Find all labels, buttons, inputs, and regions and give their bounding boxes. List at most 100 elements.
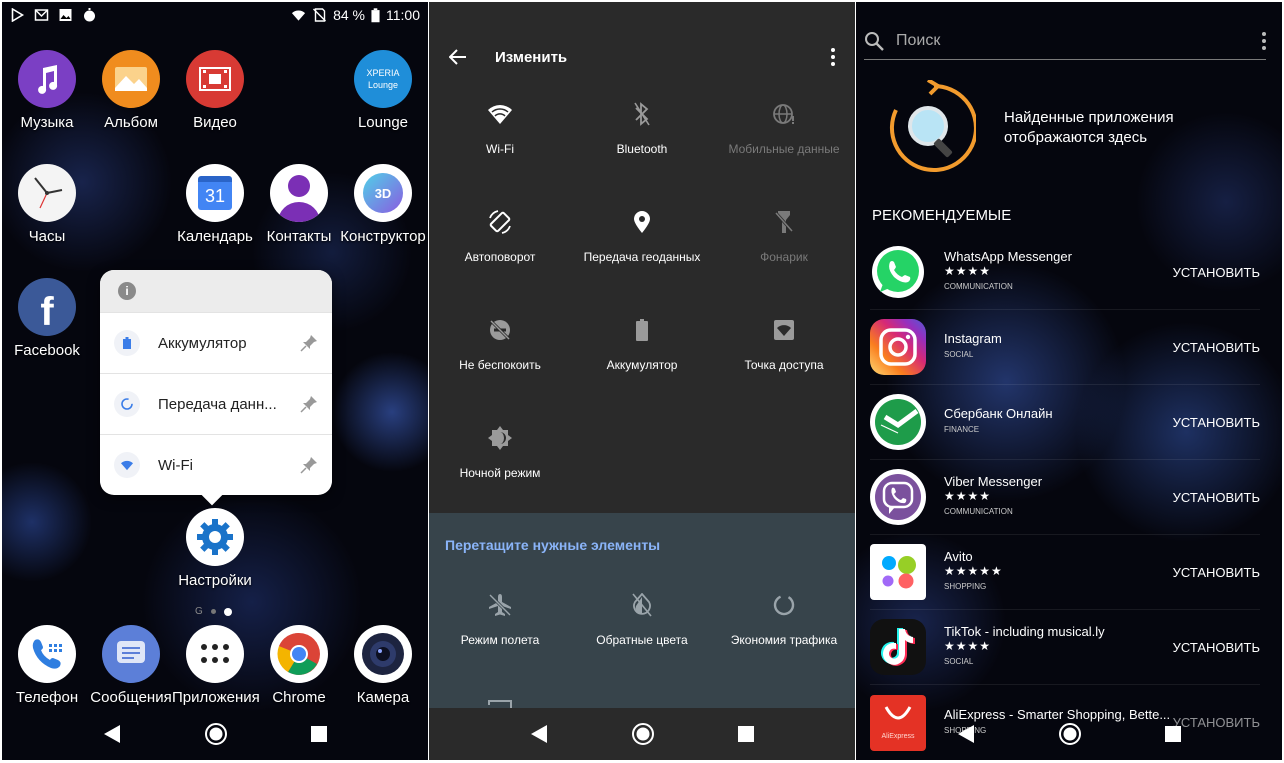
tile-invert-colors[interactable]: Обратные цвета — [571, 585, 713, 647]
airplane-icon — [488, 593, 512, 617]
app-label: Альбом — [104, 114, 158, 131]
app-row-sberbank[interactable]: Сбербанк Онлайн FINANCE УСТАНОВИТЬ — [870, 385, 1260, 460]
app-calendar[interactable]: 31 Календарь — [172, 164, 258, 245]
tile-flashlight[interactable]: Фонарик — [713, 202, 855, 264]
back-icon[interactable] — [530, 724, 548, 744]
toolbar: Изменить — [429, 42, 855, 72]
back-arrow-icon[interactable] — [449, 49, 467, 65]
install-button[interactable]: УСТАНОВИТЬ — [1173, 640, 1260, 655]
tile-do-not-disturb[interactable]: Не беспокоить — [429, 310, 571, 372]
app-drawer[interactable]: Приложения — [172, 625, 260, 706]
app-row-whatsapp[interactable]: WhatsApp Messenger ★★★★ COMMUNICATION УС… — [870, 235, 1260, 310]
app-category: SOCIAL — [944, 657, 974, 666]
tile-mobile-data[interactable]: Мобильные данные — [713, 94, 855, 156]
tile-label: Bluetooth — [616, 142, 668, 156]
tile-wifi[interactable]: Wi-Fi — [429, 94, 571, 156]
tile-label: Режим полета — [460, 633, 540, 647]
shortcut-data-transfer[interactable]: Передача данн... — [100, 373, 332, 434]
home-icon[interactable] — [204, 722, 228, 746]
page-dot-active — [223, 607, 232, 616]
data-saver-icon — [773, 594, 795, 616]
app-row-instagram[interactable]: Instagram SOCIAL УСТАНОВИТЬ — [870, 310, 1260, 385]
tile-label: Автоповорот — [464, 250, 536, 264]
pin-icon[interactable] — [300, 334, 318, 352]
shortcut-wifi[interactable]: Wi-Fi — [100, 434, 332, 495]
app-xperia-lounge[interactable]: XPERIA Lounge Lounge — [340, 50, 426, 131]
tile-location[interactable]: Передача геоданных — [571, 202, 713, 264]
app-row-avito[interactable]: Avito ★★★★★ SHOPPING УСТАНОВИТЬ — [870, 535, 1260, 610]
app-video[interactable]: Видео — [172, 50, 258, 131]
messages-icon — [102, 625, 160, 683]
navigation-bar — [429, 708, 855, 760]
tile-data-saver[interactable]: Экономия трафика — [713, 585, 855, 647]
app-contacts[interactable]: Контакты — [256, 164, 342, 245]
install-button[interactable]: УСТАНОВИТЬ — [1173, 490, 1260, 505]
app-camera[interactable]: Камера — [340, 625, 426, 706]
app-name: WhatsApp Messenger — [944, 249, 1072, 264]
app-facebook[interactable]: f Facebook — [4, 278, 90, 359]
app-label: Видео — [193, 114, 237, 131]
app-row-tiktok[interactable]: TikTok - including musical.ly ★★★★ SOCIA… — [870, 610, 1260, 685]
gallery-notification-icon — [59, 9, 72, 21]
app-label: Настройки — [178, 572, 252, 589]
app-rating: ★★★★ — [944, 489, 992, 503]
tile-battery[interactable]: Аккумулятор — [571, 310, 713, 372]
app-rating: ★★★★ — [944, 639, 992, 653]
app-album[interactable]: Альбом — [88, 50, 174, 131]
wifi-shortcut-icon — [114, 452, 140, 478]
timer-notification-icon — [84, 8, 95, 22]
app-rating: ★★★★★ — [944, 564, 1003, 578]
home-icon[interactable] — [1058, 722, 1082, 746]
quick-settings-edit-screen: Изменить Wi-Fi Bluetooth Мобильные данны… — [429, 2, 855, 760]
tile-auto-rotate[interactable]: Автоповорот — [429, 202, 571, 264]
calendar-icon: 31 — [186, 164, 244, 222]
tile-night-mode[interactable]: Ночной режим — [429, 418, 571, 480]
app-label: Контакты — [266, 228, 332, 245]
app-phone[interactable]: Телефон — [4, 625, 90, 706]
whatsapp-icon — [870, 244, 926, 300]
install-button[interactable]: УСТАНОВИТЬ — [1173, 415, 1260, 430]
pin-icon[interactable] — [300, 395, 318, 413]
night-mode-icon — [488, 426, 512, 450]
chrome-icon — [270, 625, 328, 683]
install-button[interactable]: УСТАНОВИТЬ — [1173, 340, 1260, 355]
pin-icon[interactable] — [300, 456, 318, 474]
app-music[interactable]: Музыка — [4, 50, 90, 131]
shortcut-label: Wi-Fi — [158, 456, 193, 474]
recents-icon[interactable] — [1164, 726, 1181, 742]
install-button[interactable]: УСТАНОВИТЬ — [1173, 265, 1260, 280]
mobile-data-icon — [773, 104, 794, 124]
back-icon[interactable] — [103, 724, 121, 744]
app-label: Календарь — [177, 228, 253, 245]
overflow-menu-icon[interactable] — [1262, 31, 1266, 50]
app-label: Музыка — [20, 114, 74, 131]
app-messages[interactable]: Сообщения — [88, 625, 174, 706]
shortcut-battery[interactable]: Аккумулятор — [100, 312, 332, 373]
search-bar[interactable]: Поиск — [864, 22, 1266, 60]
page-indicator[interactable]: G — [195, 606, 232, 617]
tile-airplane-mode[interactable]: Режим полета — [429, 585, 571, 647]
recents-icon[interactable] — [310, 726, 327, 742]
home-icon[interactable] — [631, 722, 655, 746]
install-button[interactable]: УСТАНОВИТЬ — [1173, 565, 1260, 580]
app-3d-creator[interactable]: 3D Конструктор — [340, 164, 426, 245]
app-name: Avito — [944, 549, 973, 564]
popup-header: i — [100, 270, 332, 312]
phone-icon — [18, 625, 76, 683]
info-icon[interactable]: i — [118, 282, 136, 300]
recents-icon[interactable] — [737, 726, 754, 742]
contacts-icon — [270, 164, 328, 222]
app-row-viber[interactable]: Viber Messenger ★★★★ COMMUNICATION УСТАН… — [870, 460, 1260, 535]
tile-hotspot[interactable]: Точка доступа — [713, 310, 855, 372]
app-settings[interactable]: Настройки — [172, 508, 258, 589]
status-bar: 84 % 11:00 — [2, 2, 428, 28]
facebook-icon: f — [18, 278, 76, 336]
battery-percent: 84 % — [333, 7, 365, 23]
app-clock[interactable]: Часы — [4, 164, 90, 245]
navigation-bar — [856, 708, 1282, 760]
tile-label: Аккумулятор — [606, 358, 678, 372]
app-chrome[interactable]: Chrome — [256, 625, 342, 706]
back-icon[interactable] — [957, 724, 975, 744]
tile-bluetooth[interactable]: Bluetooth — [571, 94, 713, 156]
overflow-menu-icon[interactable] — [831, 48, 835, 66]
